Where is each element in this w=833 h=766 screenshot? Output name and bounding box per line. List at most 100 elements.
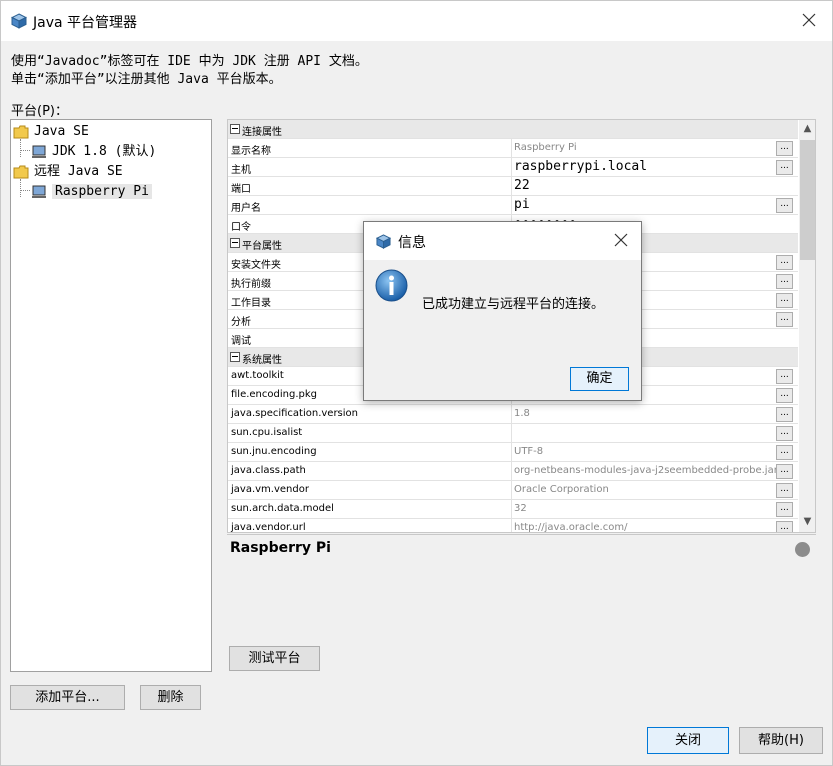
help-dot-icon[interactable] <box>795 542 810 557</box>
property-row[interactable]: java.specification.version 1.8... <box>228 405 798 424</box>
property-row[interactable]: sun.cpu.isalist... <box>228 424 798 443</box>
property-name: java.specification.version <box>231 408 359 419</box>
window-title: Java 平台管理器 <box>33 15 138 31</box>
ellipsis-button[interactable]: ... <box>776 255 793 270</box>
ellipsis-button[interactable]: ... <box>776 464 793 479</box>
property-row[interactable]: java.class.path org-netbeans-modules-java… <box>228 462 798 481</box>
property-name: 工作目录 <box>231 298 271 309</box>
property-value: org-netbeans-modules-java-j2seembedded-p… <box>514 465 778 476</box>
property-value[interactable]: pi <box>514 197 530 212</box>
property-row[interactable]: 主机 raspberrypi.local... <box>228 158 798 177</box>
column-divider <box>511 139 512 158</box>
description-line-1: 使用“Javadoc”标签可在 IDE 中为 JDK 注册 API 文档。 <box>11 54 368 69</box>
column-divider <box>511 462 512 481</box>
platform-tree[interactable]: Java SE JDK 1.8 (默认) 远程 Java SE Raspberr… <box>10 119 212 672</box>
property-name: 调试 <box>231 336 251 347</box>
description: 使用“Javadoc”标签可在 IDE 中为 JDK 注册 API 文档。 单击… <box>11 53 368 89</box>
ellipsis-button[interactable]: ... <box>776 445 793 460</box>
tree-item-java-se[interactable]: Java SE <box>13 122 89 141</box>
detail-separator <box>227 534 816 535</box>
java-platform-manager-window: Java 平台管理器 使用“Javadoc”标签可在 IDE 中为 JDK 注册… <box>0 0 833 766</box>
help-button[interactable]: 帮助(H) <box>739 727 823 754</box>
ok-button[interactable]: 确定 <box>570 367 629 391</box>
property-row[interactable]: sun.arch.data.model 32... <box>228 500 798 519</box>
property-name: 执行前缀 <box>231 279 271 290</box>
scroll-down-icon[interactable]: ▼ <box>799 513 815 530</box>
close-icon[interactable] <box>798 9 820 31</box>
ellipsis-button[interactable]: ... <box>776 293 793 308</box>
dialog-message: 已成功建立与远程平台的连接。 <box>422 297 605 312</box>
property-name: 分析 <box>231 317 251 328</box>
column-divider <box>511 500 512 519</box>
property-row[interactable]: java.vm.vendor Oracle Corporation... <box>228 481 798 500</box>
tree-item-label: Raspberry Pi <box>52 184 152 199</box>
ellipsis-button[interactable]: ... <box>776 198 793 213</box>
tree-item-label: JDK 1.8 (默认) <box>52 144 157 159</box>
title-bar: Java 平台管理器 <box>1 1 832 41</box>
property-name: java.vm.vendor <box>231 484 309 495</box>
property-value: http://java.oracle.com/ <box>514 522 628 533</box>
collapse-icon[interactable] <box>230 124 240 134</box>
ellipsis-button[interactable]: ... <box>776 274 793 289</box>
property-name: 显示名称 <box>231 146 271 157</box>
property-row[interactable]: 显示名称 Raspberry Pi... <box>228 139 798 158</box>
tree-item-label: 远程 Java SE <box>34 164 123 179</box>
tree-item-jdk-1-8[interactable]: JDK 1.8 (默认) <box>31 142 156 161</box>
property-name: file.encoding.pkg <box>231 389 317 400</box>
dialog-title: 信息 <box>398 235 426 251</box>
close-button[interactable]: 关闭 <box>647 727 729 754</box>
collapse-icon[interactable] <box>230 238 240 248</box>
column-divider <box>511 196 512 215</box>
ellipsis-button[interactable]: ... <box>776 521 793 532</box>
ellipsis-button[interactable]: ... <box>776 312 793 327</box>
ellipsis-button[interactable]: ... <box>776 426 793 441</box>
folder-icon <box>13 165 29 178</box>
java-cube-icon <box>376 234 391 249</box>
property-category[interactable]: 连接属性 <box>228 120 798 139</box>
remove-button[interactable]: 删除 <box>140 685 201 710</box>
property-row[interactable]: java.vendor.url http://java.oracle.com/..… <box>228 519 798 533</box>
folder-icon <box>13 125 29 138</box>
property-row[interactable]: sun.jnu.encoding UTF-8... <box>228 443 798 462</box>
property-name: sun.cpu.isalist <box>231 427 303 438</box>
scroll-thumb[interactable] <box>800 140 815 260</box>
platforms-label: 平台(P)： <box>11 104 68 119</box>
property-value[interactable]: raspberrypi.local <box>514 159 647 174</box>
property-value: UTF-8 <box>514 446 544 457</box>
property-row[interactable]: 端口 22 <box>228 177 798 196</box>
property-name: 安装文件夹 <box>231 260 281 271</box>
property-value: 32 <box>514 503 527 514</box>
column-divider <box>511 177 512 196</box>
property-name: 端口 <box>231 184 251 195</box>
property-name: java.class.path <box>231 465 306 476</box>
ellipsis-button[interactable]: ... <box>776 407 793 422</box>
tree-item-remote-java-se[interactable]: 远程 Java SE <box>13 162 123 181</box>
column-divider <box>511 481 512 500</box>
ellipsis-button[interactable]: ... <box>776 388 793 403</box>
property-value[interactable]: 22 <box>514 178 530 193</box>
property-scrollbar[interactable]: ▲ ▼ <box>799 120 815 532</box>
ellipsis-button[interactable]: ... <box>776 160 793 175</box>
dialog-title-bar: 信息 <box>364 222 641 260</box>
tree-item-raspberry-pi[interactable]: Raspberry Pi <box>31 182 152 201</box>
add-platform-button[interactable]: 添加平台... <box>10 685 125 710</box>
property-name: awt.toolkit <box>231 370 284 381</box>
detail-title: Raspberry Pi <box>230 540 331 556</box>
description-line-2: 单击“添加平台”以注册其他 Java 平台版本。 <box>11 72 282 87</box>
scroll-up-icon[interactable]: ▲ <box>799 120 815 137</box>
ellipsis-button[interactable]: ... <box>776 502 793 517</box>
test-platform-button[interactable]: 测试平台 <box>229 646 320 671</box>
collapse-icon[interactable] <box>230 352 240 362</box>
computer-icon <box>32 185 46 198</box>
ellipsis-button[interactable]: ... <box>776 141 793 156</box>
info-dialog: 信息 已成功建立与远程平台的连接。 确定 <box>363 221 642 401</box>
close-icon[interactable] <box>612 231 630 249</box>
property-name: 用户名 <box>231 203 261 214</box>
ellipsis-button[interactable]: ... <box>776 369 793 384</box>
java-cube-icon <box>11 13 27 29</box>
column-divider <box>511 405 512 424</box>
property-row[interactable]: 用户名 pi... <box>228 196 798 215</box>
ellipsis-button[interactable]: ... <box>776 483 793 498</box>
column-divider <box>511 158 512 177</box>
column-divider <box>511 443 512 462</box>
